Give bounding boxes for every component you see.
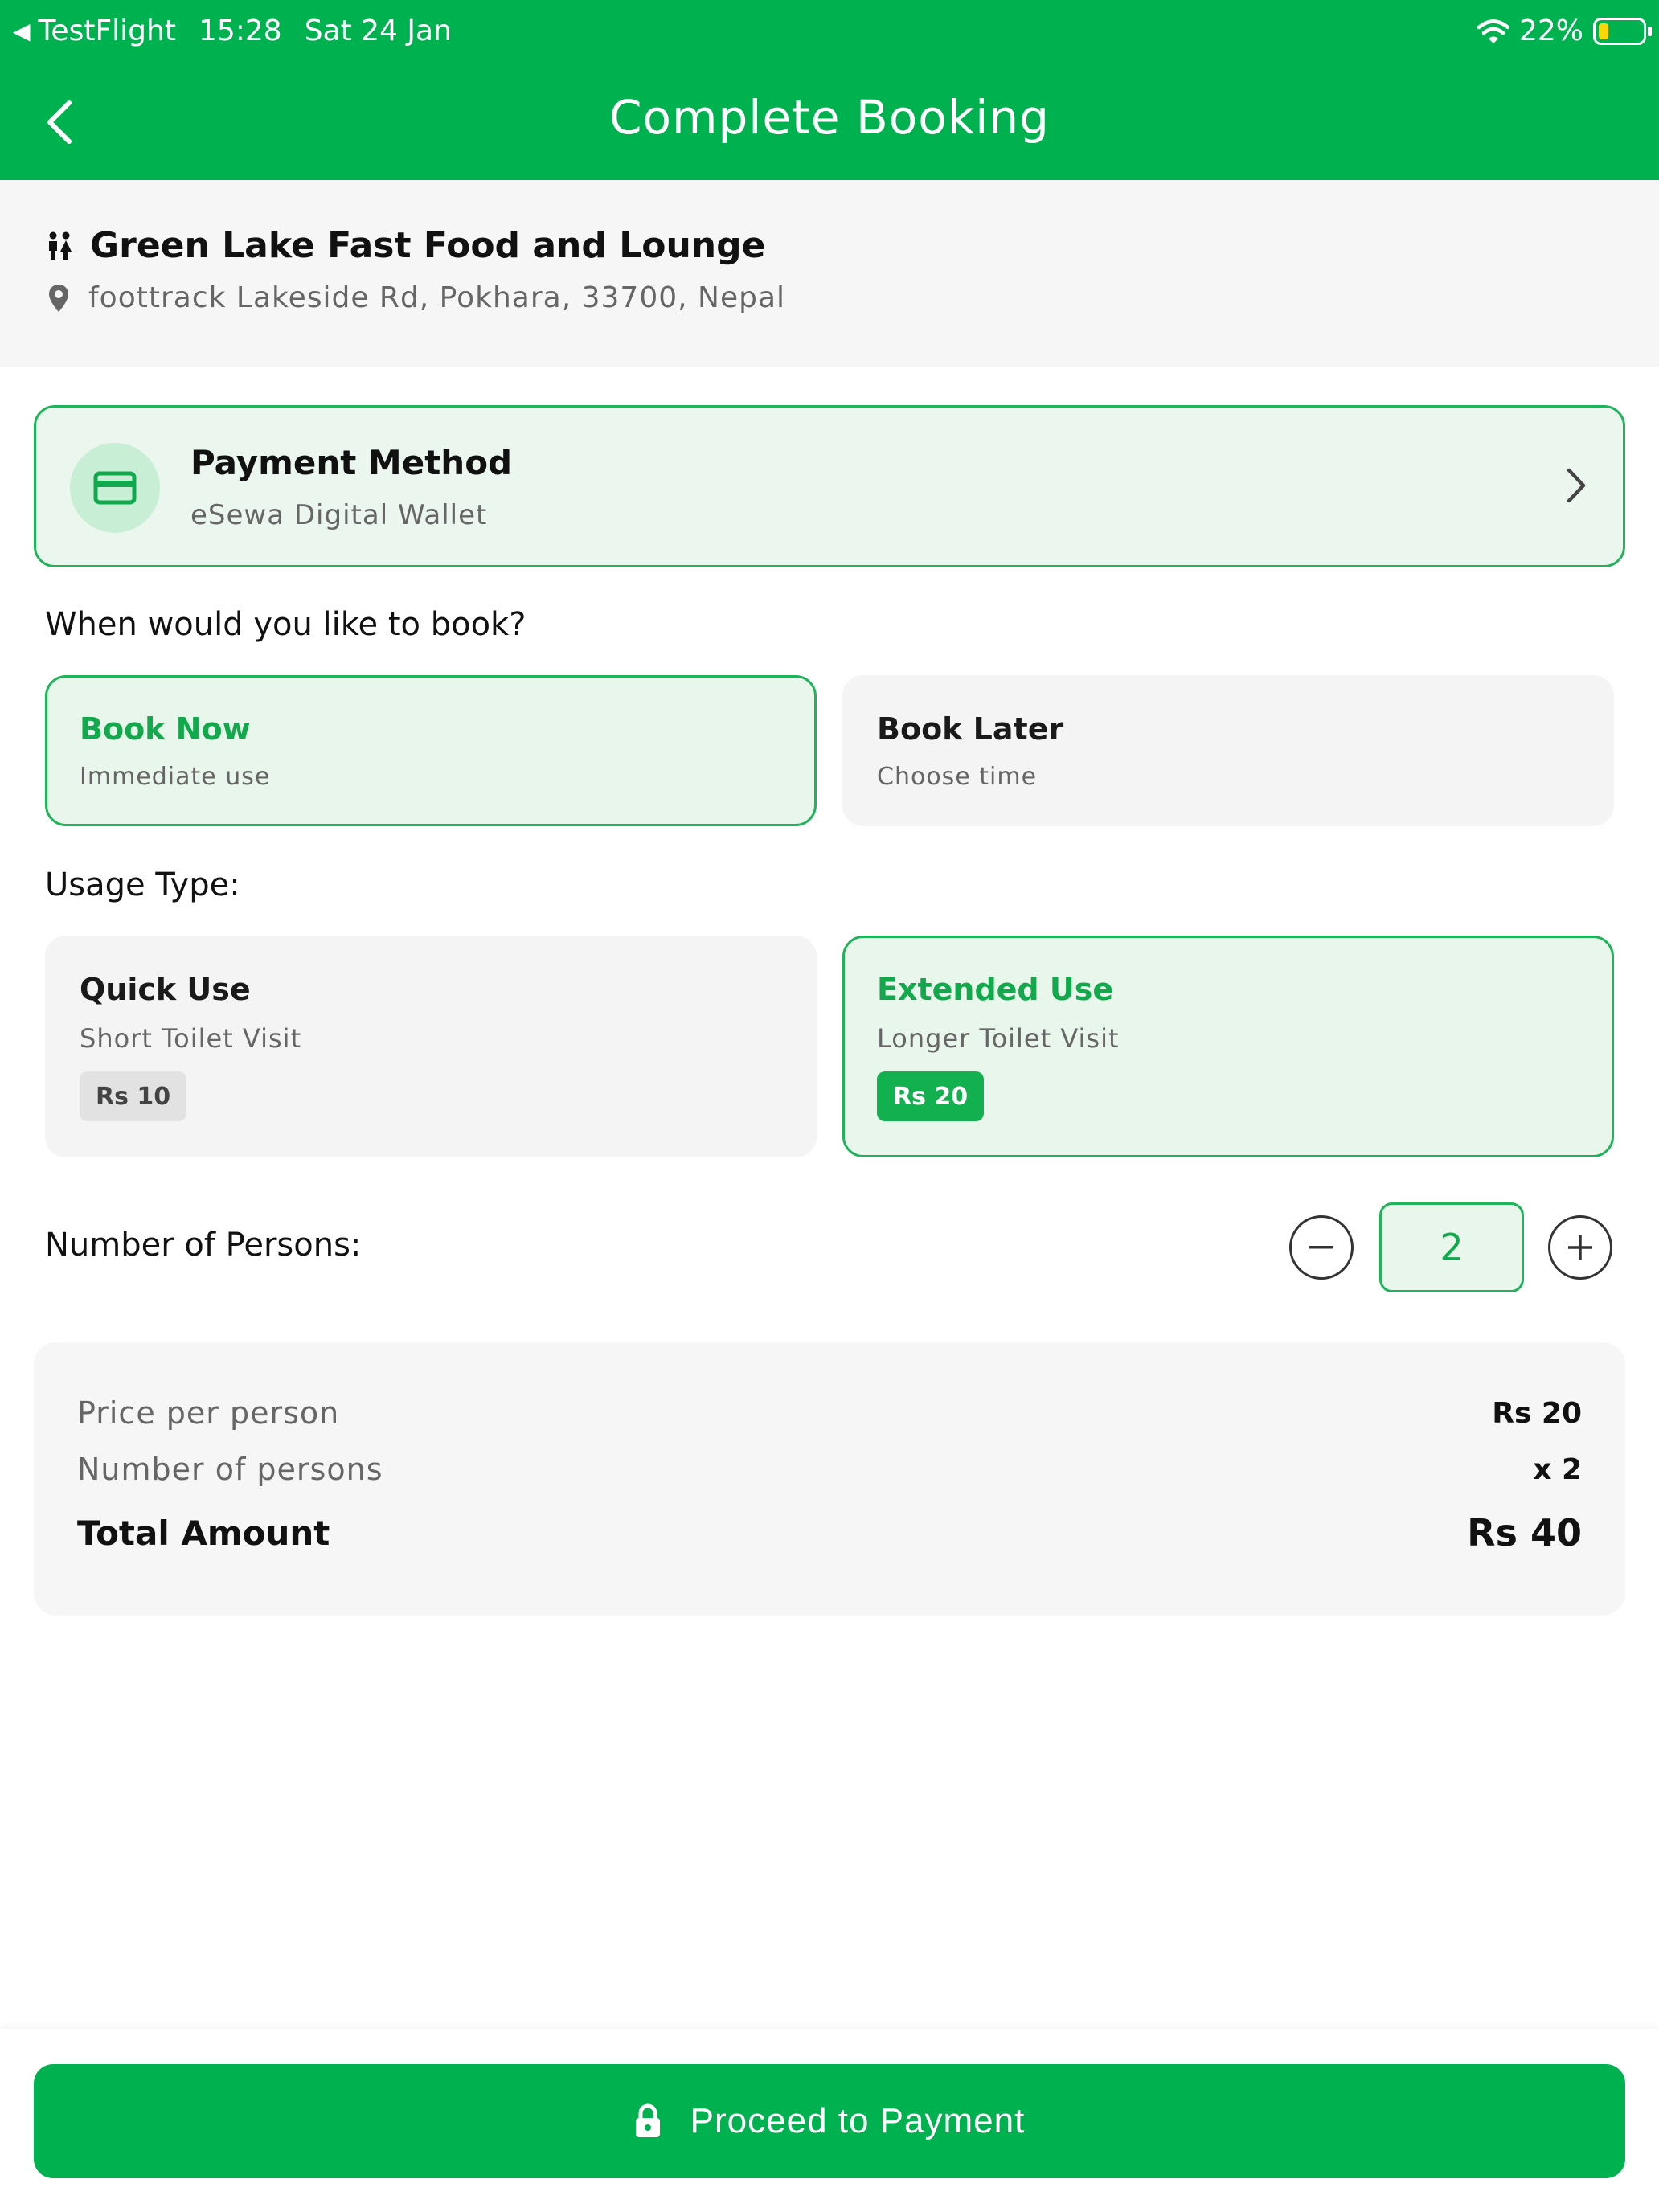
book-now-subtitle: Immediate use xyxy=(80,763,271,791)
battery-icon xyxy=(1593,17,1652,45)
quick-use-title: Quick Use xyxy=(80,972,251,1007)
payment-method-title: Payment Method xyxy=(190,443,513,482)
venue-info: Green Lake Fast Food and Lounge foottrac… xyxy=(0,180,1659,367)
book-now-title: Book Now xyxy=(80,711,251,747)
status-app-name[interactable]: TestFlight xyxy=(39,14,176,47)
payment-method-value: eSewa Digital Wallet xyxy=(190,499,488,531)
total-amount-label: Total Amount xyxy=(77,1513,330,1553)
extended-use-option[interactable]: Extended Use Longer Toilet Visit Rs 20 xyxy=(842,936,1614,1157)
price-summary: Price per person Rs 20 Number of persons… xyxy=(34,1342,1625,1616)
credit-card-icon xyxy=(93,471,137,505)
total-amount-row: Total Amount Rs 40 xyxy=(77,1511,1582,1555)
quick-use-subtitle: Short Toilet Visit xyxy=(80,1023,302,1054)
payment-icon-badge xyxy=(70,443,160,533)
number-of-persons-label: Number of persons xyxy=(77,1452,383,1487)
battery-percent: 22% xyxy=(1518,14,1583,47)
venue-name: Green Lake Fast Food and Lounge xyxy=(90,225,766,266)
booking-time-label: When would you like to book? xyxy=(45,606,526,643)
minus-icon xyxy=(1309,1246,1333,1249)
book-later-title: Book Later xyxy=(877,711,1064,747)
book-later-subtitle: Choose time xyxy=(877,763,1038,791)
status-bar-left: ◀ TestFlight 15:28 Sat 24 Jan xyxy=(13,14,452,47)
location-pin-icon xyxy=(49,284,68,312)
total-amount-value: Rs 40 xyxy=(1467,1511,1582,1555)
status-bar-right: 22% xyxy=(1477,14,1652,47)
venue-address: foottrack Lakeside Rd, Pokhara, 33700, N… xyxy=(88,281,786,314)
usage-type-label: Usage Type: xyxy=(45,866,240,903)
lock-icon xyxy=(635,2103,660,2137)
plus-icon xyxy=(1568,1235,1592,1260)
proceed-to-payment-button[interactable]: Proceed to Payment xyxy=(34,2064,1625,2178)
price-per-person-value: Rs 20 xyxy=(1492,1396,1582,1430)
proceed-label: Proceed to Payment xyxy=(690,2101,1026,2140)
restroom-icon xyxy=(49,231,72,260)
extended-use-price: Rs 20 xyxy=(877,1071,985,1121)
increment-button[interactable] xyxy=(1548,1215,1612,1280)
persons-count[interactable]: 2 xyxy=(1379,1202,1524,1292)
chevron-right-icon xyxy=(1567,468,1586,503)
book-later-option[interactable]: Book Later Choose time xyxy=(842,675,1614,826)
battery-level xyxy=(1599,23,1608,39)
back-to-app-icon[interactable]: ◀ xyxy=(13,18,31,44)
status-time: 15:28 xyxy=(198,14,282,47)
price-per-person-label: Price per person xyxy=(77,1395,340,1431)
quick-use-option[interactable]: Quick Use Short Toilet Visit Rs 10 xyxy=(45,936,817,1157)
number-of-persons-value: x 2 xyxy=(1533,1452,1582,1486)
decrement-button[interactable] xyxy=(1289,1215,1354,1280)
venue-name-row: Green Lake Fast Food and Lounge xyxy=(47,225,765,266)
number-of-persons-row: Number of persons x 2 xyxy=(77,1452,1582,1487)
venue-address-row: foottrack Lakeside Rd, Pokhara, 33700, N… xyxy=(48,281,785,314)
payment-method-card[interactable]: Payment Method eSewa Digital Wallet xyxy=(34,405,1625,567)
app-header: ◀ TestFlight 15:28 Sat 24 Jan 22% Comple… xyxy=(0,0,1659,180)
status-date: Sat 24 Jan xyxy=(304,14,452,47)
wifi-icon xyxy=(1477,18,1509,43)
persons-label: Number of Persons: xyxy=(45,1227,362,1264)
extended-use-title: Extended Use xyxy=(877,972,1114,1007)
price-per-person-row: Price per person Rs 20 xyxy=(77,1395,1582,1431)
extended-use-subtitle: Longer Toilet Visit xyxy=(877,1023,1120,1054)
page-title: Complete Booking xyxy=(609,90,1050,145)
quick-use-price: Rs 10 xyxy=(80,1071,187,1121)
book-now-option[interactable]: Book Now Immediate use xyxy=(45,675,817,826)
